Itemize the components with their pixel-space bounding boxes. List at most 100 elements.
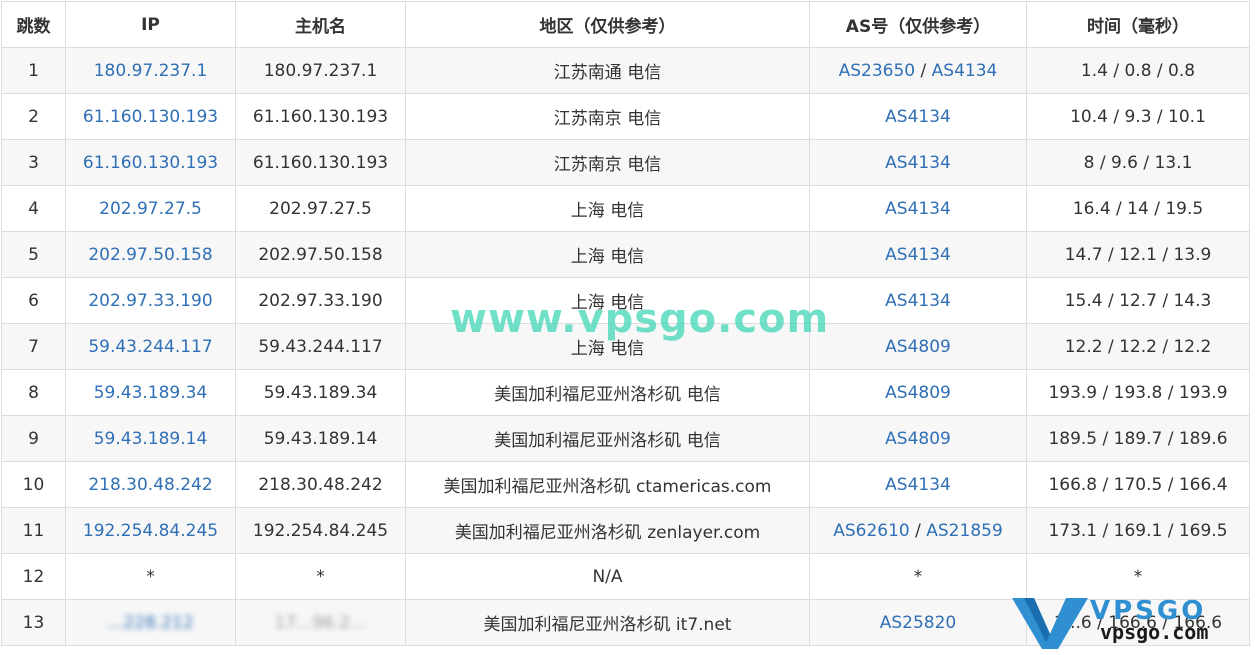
- as-value: *: [913, 566, 923, 587]
- hostname-cell: 61.160.130.193: [235, 139, 406, 186]
- header-time: 时间（毫秒）: [1026, 1, 1250, 48]
- region-cell: 上海 电信: [405, 185, 810, 232]
- as-cell: AS4809: [809, 415, 1027, 462]
- table-row: 4 202.97.27.5 202.97.27.5 上海 电信 AS4134 16.4 /…: [1, 185, 1250, 232]
- region-cell: 美国加利福尼亚州洛杉矶 zenlayer.com: [405, 507, 810, 554]
- hop-cell: 8: [1, 369, 66, 416]
- hop-cell: 6: [1, 277, 66, 324]
- hop-cell: 1: [1, 47, 66, 94]
- ip-link[interactable]: 218.30.48.242: [88, 475, 212, 495]
- table-row: 7 59.43.244.117 59.43.244.117 上海 电信 AS4809 12…: [1, 323, 1250, 370]
- table-row: 13 ...228.212 17...96.2... 美国加利福尼亚州洛杉矶 it7.…: [1, 599, 1250, 646]
- hostname-cell: 180.97.237.1: [235, 47, 406, 94]
- as-link[interactable]: AS4134: [885, 153, 951, 173]
- time-cell: 166.8 / 170.5 / 166.4: [1026, 461, 1250, 508]
- time-cell: 10.4 / 9.3 / 10.1: [1026, 93, 1250, 140]
- hostname-cell: 202.97.27.5: [235, 185, 406, 232]
- as-link[interactable]: AS23650: [839, 61, 916, 81]
- as-link[interactable]: AS25820: [880, 613, 957, 633]
- ip-cell: 61.160.130.193: [65, 139, 236, 186]
- ip-link[interactable]: 59.43.189.34: [94, 383, 208, 403]
- ip-link[interactable]: 192.254.84.245: [83, 521, 218, 541]
- region-cell: 美国加利福尼亚州洛杉矶 ctamericas.com: [405, 461, 810, 508]
- ip-cell: 61.160.130.193: [65, 93, 236, 140]
- as-cell: AS4134: [809, 185, 1027, 232]
- hostname-cell: 192.254.84.245: [235, 507, 406, 554]
- time-cell: *: [1026, 553, 1250, 600]
- as-cell: *: [809, 553, 1027, 600]
- table-row: 2 61.160.130.193 61.160.130.193 江苏南京 电信 AS41…: [1, 93, 1250, 140]
- ip-link[interactable]: ...228.212: [107, 613, 194, 633]
- ip-link[interactable]: 59.43.244.117: [88, 337, 212, 357]
- region-cell: 江苏南京 电信: [405, 93, 810, 140]
- as-link[interactable]: AS4134: [885, 199, 951, 219]
- as-cell: AS4809: [809, 369, 1027, 416]
- ip-link[interactable]: 61.160.130.193: [83, 107, 218, 127]
- time-cell: 15.4 / 12.7 / 14.3: [1026, 277, 1250, 324]
- as-link[interactable]: AS4134: [885, 291, 951, 311]
- table-row: 5 202.97.50.158 202.97.50.158 上海 电信 AS4134 14…: [1, 231, 1250, 278]
- as-cell: AS25820: [809, 599, 1027, 646]
- time-cell: 1.4 / 0.8 / 0.8: [1026, 47, 1250, 94]
- header-region: 地区（仅供参考）: [405, 1, 810, 48]
- ip-cell: 180.97.237.1: [65, 47, 236, 94]
- region-cell: 上海 电信: [405, 231, 810, 278]
- as-cell: AS4809: [809, 323, 1027, 370]
- table-row: 9 59.43.189.14 59.43.189.14 美国加利福尼亚州洛杉矶 电信 A…: [1, 415, 1250, 462]
- as-link[interactable]: AS4134: [932, 61, 998, 81]
- hop-cell: 4: [1, 185, 66, 232]
- hostname-redacted: 17...96.2...: [274, 612, 367, 633]
- hostname-cell: 59.43.189.34: [235, 369, 406, 416]
- ip-cell: 59.43.189.14: [65, 415, 236, 462]
- table-header-row: 跳数 IP 主机名 地区（仅供参考） AS号（仅供参考） 时间（毫秒）: [1, 1, 1250, 48]
- as-cell: AS4134: [809, 93, 1027, 140]
- region-cell: 上海 电信: [405, 323, 810, 370]
- as-link[interactable]: AS62610: [833, 521, 910, 541]
- as-link[interactable]: AS4809: [885, 383, 951, 403]
- ip-link[interactable]: 202.97.27.5: [99, 199, 202, 219]
- table-row: 10 218.30.48.242 218.30.48.242 美国加利福尼亚州洛杉矶 …: [1, 461, 1250, 508]
- hostname-cell: 17...96.2...: [235, 599, 406, 646]
- region-cell: 上海 电信: [405, 277, 810, 324]
- header-hop: 跳数: [1, 1, 66, 48]
- ip-link[interactable]: 180.97.237.1: [94, 61, 208, 81]
- ip-cell: ...228.212: [65, 599, 236, 646]
- ip-cell: 59.43.189.34: [65, 369, 236, 416]
- table-row: 8 59.43.189.34 59.43.189.34 美国加利福尼亚州洛杉矶 电信 A…: [1, 369, 1250, 416]
- hostname-cell: *: [235, 553, 406, 600]
- hostname-cell: 59.43.189.14: [235, 415, 406, 462]
- ip-cell: 202.97.33.190: [65, 277, 236, 324]
- hop-cell: 9: [1, 415, 66, 462]
- hop-cell: 5: [1, 231, 66, 278]
- as-link[interactable]: AS21859: [926, 521, 1003, 541]
- hostname-cell: 202.97.33.190: [235, 277, 406, 324]
- ip-link[interactable]: 61.160.130.193: [83, 153, 218, 173]
- time-cell: 14.7 / 12.1 / 13.9: [1026, 231, 1250, 278]
- ip-cell: *: [65, 553, 236, 600]
- as-link[interactable]: AS4134: [885, 107, 951, 127]
- as-link[interactable]: AS4134: [885, 245, 951, 265]
- ip-cell: 218.30.48.242: [65, 461, 236, 508]
- header-as: AS号（仅供参考）: [809, 1, 1027, 48]
- traceroute-table: 跳数 IP 主机名 地区（仅供参考） AS号（仅供参考） 时间（毫秒） 1 180…: [1, 1, 1250, 646]
- as-cell: AS4134: [809, 461, 1027, 508]
- hostname-cell: 59.43.244.117: [235, 323, 406, 370]
- header-ip: IP: [65, 1, 236, 48]
- as-cell: AS4134: [809, 139, 1027, 186]
- ip-link[interactable]: 59.43.189.14: [94, 429, 208, 449]
- hop-cell: 3: [1, 139, 66, 186]
- ip-cell: 202.97.27.5: [65, 185, 236, 232]
- as-link[interactable]: AS4134: [885, 475, 951, 495]
- as-link[interactable]: AS4809: [885, 337, 951, 357]
- time-cell: 173.1 / 169.1 / 169.5: [1026, 507, 1250, 554]
- table-row: 12 * * N/A * *: [1, 553, 1250, 600]
- ip-link[interactable]: 202.97.33.190: [88, 291, 212, 311]
- hop-cell: 12: [1, 553, 66, 600]
- ip-link[interactable]: 202.97.50.158: [88, 245, 212, 265]
- time-cell: 8 / 9.6 / 13.1: [1026, 139, 1250, 186]
- as-link[interactable]: AS4809: [885, 429, 951, 449]
- table-row: 11 192.254.84.245 192.254.84.245 美国加利福尼亚州洛杉…: [1, 507, 1250, 554]
- as-cell: AS62610 / AS21859: [809, 507, 1027, 554]
- time-cell: 193.9 / 193.8 / 193.9: [1026, 369, 1250, 416]
- hop-cell: 7: [1, 323, 66, 370]
